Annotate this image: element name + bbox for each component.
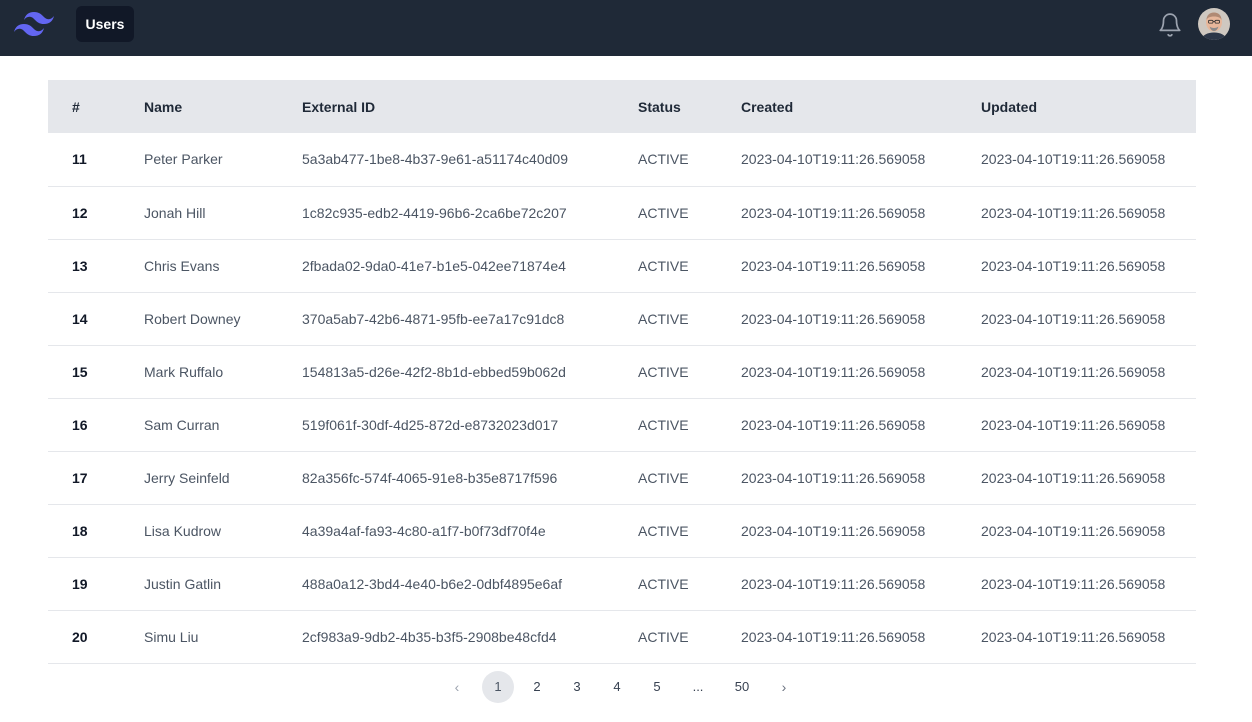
cell-external-id: 1c82c935-edb2-4419-96b6-2ca6be72c207 — [302, 204, 567, 221]
table-header-row: # Name External ID Status Created Update… — [48, 80, 1196, 133]
cell-status: ACTIVE — [638, 522, 689, 539]
cell-updated: 2023-04-10T19:11:26.569058 — [981, 416, 1166, 433]
table-row[interactable]: 20 Simu Liu 2cf983a9-9db2-4b35-b3f5-2908be… — [48, 610, 1196, 663]
top-navbar: Users — [0, 0, 1252, 56]
cell-updated: 2023-04-10T19:11:26.569058 — [981, 310, 1166, 327]
cell-created: 2023-04-10T19:11:26.569058 — [741, 575, 926, 592]
cell-status: ACTIVE — [638, 204, 689, 221]
table-row[interactable]: 13 Chris Evans 2fbada02-9da0-41e7-b1e5-042… — [48, 239, 1196, 292]
prev-page-button[interactable]: ‹ — [441, 671, 473, 703]
cell-created: 2023-04-10T19:11:26.569058 — [741, 416, 926, 433]
cell-number: 12 — [72, 204, 88, 221]
cell-name: Lisa Kudrow — [144, 522, 222, 539]
cell-external-id: 370a5ab7-42b6-4871-95fb-ee7a17c91dc8 — [302, 310, 565, 327]
cell-created: 2023-04-10T19:11:26.569058 — [741, 151, 926, 168]
cell-created: 2023-04-10T19:11:26.569058 — [741, 522, 926, 539]
page-button-4[interactable]: 4 — [601, 671, 633, 703]
cell-updated: 2023-04-10T19:11:26.569058 — [981, 257, 1166, 274]
cell-updated: 2023-04-10T19:11:26.569058 — [981, 575, 1166, 592]
cell-status: ACTIVE — [638, 469, 689, 486]
cell-number: 19 — [72, 575, 88, 592]
cell-number: 13 — [72, 257, 88, 274]
cell-external-id: 5a3ab477-1be8-4b37-9e61-a51174c40d09 — [302, 151, 568, 168]
column-header-status[interactable]: Status — [638, 80, 741, 133]
cell-created: 2023-04-10T19:11:26.569058 — [741, 469, 926, 486]
page-button-5[interactable]: 5 — [641, 671, 673, 703]
page-button-3[interactable]: 3 — [561, 671, 593, 703]
cell-updated: 2023-04-10T19:11:26.569058 — [981, 628, 1166, 645]
users-table: # Name External ID Status Created Update… — [48, 80, 1196, 664]
cell-number: 15 — [72, 363, 88, 380]
cell-number: 18 — [72, 522, 88, 539]
cell-created: 2023-04-10T19:11:26.569058 — [741, 628, 926, 645]
next-page-button[interactable]: › — [768, 671, 800, 703]
cell-updated: 2023-04-10T19:11:26.569058 — [981, 363, 1166, 380]
cell-name: Peter Parker — [144, 151, 223, 168]
cell-external-id: 82a356fc-574f-4065-91e8-b35e8717f596 — [302, 469, 558, 486]
cell-name: Simu Liu — [144, 628, 199, 645]
table-row[interactable]: 12 Jonah Hill 1c82c935-edb2-4419-96b6-2ca6… — [48, 186, 1196, 239]
cell-external-id: 4a39a4af-fa93-4c80-a1f7-b0f73df70f4e — [302, 522, 546, 539]
cell-number: 20 — [72, 628, 88, 645]
cell-external-id: 2fbada02-9da0-41e7-b1e5-042ee71874e4 — [302, 257, 566, 274]
cell-external-id: 2cf983a9-9db2-4b35-b3f5-2908be48cfd4 — [302, 628, 557, 645]
cell-status: ACTIVE — [638, 575, 689, 592]
bell-icon[interactable] — [1157, 12, 1183, 38]
cell-number: 17 — [72, 469, 88, 486]
cell-created: 2023-04-10T19:11:26.569058 — [741, 204, 926, 221]
cell-name: Jerry Seinfeld — [144, 469, 230, 486]
cell-status: ACTIVE — [638, 363, 689, 380]
table-row[interactable]: 14 Robert Downey 370a5ab7-42b6-4871-95fb-e… — [48, 292, 1196, 345]
cell-name: Mark Ruffalo — [144, 363, 224, 380]
page-button-2[interactable]: 2 — [521, 671, 553, 703]
cell-name: Sam Curran — [144, 416, 220, 433]
cell-number: 11 — [72, 151, 87, 168]
column-header-number[interactable]: # — [48, 80, 144, 133]
cell-status: ACTIVE — [638, 151, 689, 168]
cell-name: Chris Evans — [144, 257, 220, 274]
cell-created: 2023-04-10T19:11:26.569058 — [741, 310, 926, 327]
table-row[interactable]: 19 Justin Gatlin 488a0a12-3bd4-4e40-b6e2-0… — [48, 557, 1196, 610]
cell-number: 16 — [72, 416, 88, 433]
cell-name: Robert Downey — [144, 310, 241, 327]
table-row[interactable]: 17 Jerry Seinfeld 82a356fc-574f-4065-91e8-… — [48, 451, 1196, 504]
cell-created: 2023-04-10T19:11:26.569058 — [741, 257, 926, 274]
cell-status: ACTIVE — [638, 310, 689, 327]
cell-updated: 2023-04-10T19:11:26.569058 — [981, 522, 1166, 539]
cell-external-id: 488a0a12-3bd4-4e40-b6e2-0dbf4895e6af — [302, 575, 563, 592]
cell-status: ACTIVE — [638, 416, 689, 433]
nav-tab-users[interactable]: Users — [76, 6, 134, 42]
table-row[interactable]: 11 Peter Parker 5a3ab477-1be8-4b37-9e61-a5… — [48, 133, 1196, 186]
cell-updated: 2023-04-10T19:11:26.569058 — [981, 469, 1166, 486]
cell-name: Justin Gatlin — [144, 575, 222, 592]
column-header-name[interactable]: Name — [144, 80, 302, 133]
column-header-updated[interactable]: Updated — [981, 80, 1196, 133]
cell-name: Jonah Hill — [144, 204, 206, 221]
cell-number: 14 — [72, 310, 88, 327]
tailwind-logo-icon[interactable] — [14, 12, 54, 36]
page-button-1[interactable]: 1 — [482, 671, 514, 703]
cell-status: ACTIVE — [638, 628, 689, 645]
cell-updated: 2023-04-10T19:11:26.569058 — [981, 151, 1166, 168]
column-header-external-id[interactable]: External ID — [302, 80, 638, 133]
cell-created: 2023-04-10T19:11:26.569058 — [741, 363, 926, 380]
cell-status: ACTIVE — [638, 257, 689, 274]
table-row[interactable]: 15 Mark Ruffalo 154813a5-d26e-42f2-8b1d-eb… — [48, 345, 1196, 398]
user-avatar[interactable] — [1198, 8, 1230, 40]
cell-external-id: 519f061f-30df-4d25-872d-e8732023d017 — [302, 416, 559, 433]
table-row[interactable]: 16 Sam Curran 519f061f-30df-4d25-872d-e873… — [48, 398, 1196, 451]
table-row[interactable]: 18 Lisa Kudrow 4a39a4af-fa93-4c80-a1f7-b0f… — [48, 504, 1196, 557]
page-button-50[interactable]: 50 — [726, 671, 758, 703]
cell-external-id: 154813a5-d26e-42f2-8b1d-ebbed59b062d — [302, 363, 566, 380]
cell-updated: 2023-04-10T19:11:26.569058 — [981, 204, 1166, 221]
column-header-created[interactable]: Created — [741, 80, 981, 133]
page-ellipsis: ... — [692, 679, 704, 694]
